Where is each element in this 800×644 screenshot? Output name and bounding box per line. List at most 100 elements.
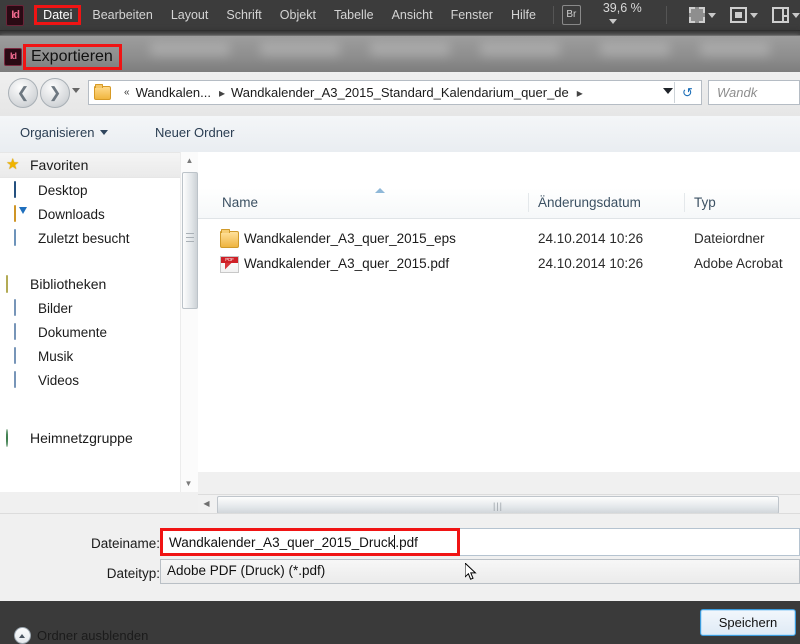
menu-item-layout[interactable]: Layout — [162, 5, 218, 25]
sidebar-item-videos[interactable]: Videos — [0, 368, 180, 392]
frame-view-icon[interactable] — [730, 7, 747, 23]
menu-item-datei[interactable]: Datei — [34, 5, 81, 25]
chevron-up-circle-icon — [14, 627, 31, 644]
menu-divider — [553, 6, 554, 24]
filename-value-after-caret: .pdf — [395, 535, 418, 550]
filename-value-before-caret: Wandkalender_A3_quer_2015_Druck — [169, 535, 394, 550]
libraries-icon — [6, 276, 23, 292]
sidebar-item-zuletzt-besucht[interactable]: Zuletzt besucht — [0, 226, 180, 250]
chevron-down-icon[interactable] — [609, 19, 617, 24]
chevron-down-icon-breadcrumb[interactable] — [663, 88, 673, 94]
file-type: Dateiordner — [694, 231, 765, 246]
new-folder-button[interactable]: Neuer Ordner — [155, 125, 234, 140]
menu-item-hilfe[interactable]: Hilfe — [502, 5, 545, 25]
sidebar-item-label: Dokumente — [38, 325, 107, 340]
file-name: Wandkalender_A3_quer_2015.pdf — [244, 256, 449, 271]
chevron-down-icon-screen[interactable] — [708, 13, 716, 18]
scroll-left-icon[interactable]: ◀ — [198, 495, 215, 513]
sidebar-item-bibliotheken[interactable]: Bibliotheken — [0, 272, 180, 296]
breadcrumb-prefix: « — [124, 87, 130, 98]
column-header-type[interactable]: Typ — [694, 195, 716, 210]
scrollbar-thumb[interactable] — [182, 172, 198, 309]
table-row[interactable]: Wandkalender_A3_quer_2015_eps 24.10.2014… — [198, 227, 800, 252]
screen-mode-icon[interactable] — [689, 7, 706, 23]
address-bar-row: ❮ ❯ « Wandkalen... ▸ Wandkalender_A3_201… — [0, 72, 800, 116]
sidebar-item-bilder[interactable]: Bilder — [0, 296, 180, 320]
organize-label: Organisieren — [20, 125, 94, 140]
sidebar-scrollbar[interactable]: ▲ — [180, 152, 198, 492]
pdf-file-icon — [220, 256, 239, 273]
file-type: Adobe Acrobat — [694, 256, 783, 271]
dialog-title-bar[interactable]: Id Exportieren — [0, 36, 800, 72]
filename-input[interactable]: Wandkalender_A3_quer_2015_Druck.pdf — [160, 528, 460, 556]
bridge-button[interactable]: Br — [562, 5, 581, 25]
sidebar-item-label: Musik — [38, 349, 73, 364]
file-date: 24.10.2014 10:26 — [538, 231, 643, 246]
chevron-down-icon-organize — [100, 130, 108, 135]
sidebar-item-label: Favoriten — [30, 157, 88, 173]
filename-input-extension-area[interactable] — [460, 528, 800, 556]
zoom-level-text: 39,6 % — [603, 1, 642, 15]
indesign-logo-icon: Id — [6, 5, 24, 26]
places-sidebar: ★ Favoriten Desktop Downloads Zuletzt be… — [0, 152, 181, 492]
star-icon: ★ — [6, 157, 23, 173]
breadcrumb-item-0[interactable]: Wandkalen... — [136, 85, 211, 100]
hide-folders-label: Ordner ausblenden — [37, 628, 148, 643]
table-row[interactable]: Wandkalender_A3_quer_2015.pdf 24.10.2014… — [198, 252, 800, 277]
hide-folders-toggle[interactable]: Ordner ausblenden — [14, 627, 148, 644]
menu-item-ansicht[interactable]: Ansicht — [383, 5, 442, 25]
sidebar-item-label: Heimnetzgruppe — [30, 430, 133, 446]
scroll-down-icon[interactable]: ▼ — [180, 476, 197, 492]
menu-item-schrift[interactable]: Schrift — [217, 5, 270, 25]
save-form-area: Dateiname: Wandkalender_A3_quer_2015_Dru… — [0, 513, 800, 601]
column-header-date[interactable]: Änderungsdatum — [538, 195, 641, 210]
filetype-select[interactable]: Adobe PDF (Druck) (*.pdf) — [160, 559, 800, 584]
homegroup-icon — [6, 430, 23, 446]
sidebar-item-label: Downloads — [38, 207, 105, 222]
arrange-documents-icon[interactable] — [772, 7, 789, 23]
sidebar-item-label: Bilder — [38, 301, 73, 316]
recent-places-icon — [14, 230, 31, 246]
sidebar-item-label: Desktop — [38, 183, 88, 198]
sidebar-item-downloads[interactable]: Downloads — [0, 202, 180, 226]
history-dropdown-icon[interactable] — [72, 88, 80, 93]
menu-divider-2 — [666, 6, 667, 24]
forward-arrow-icon[interactable]: ❯ — [40, 78, 70, 108]
file-list-pane: Name Änderungsdatum Typ Wandkalender_A3_… — [198, 152, 800, 472]
column-header-name[interactable]: Name — [222, 195, 258, 210]
sort-ascending-icon — [375, 188, 385, 193]
menu-item-bearbeiten[interactable]: Bearbeiten — [83, 5, 161, 25]
scroll-up-icon[interactable]: ▲ — [181, 152, 198, 169]
indesign-menu-bar: Id Datei Bearbeiten Layout Schrift Objek… — [0, 0, 800, 31]
indesign-logo-icon-dialog: Id — [4, 48, 22, 66]
search-input[interactable]: Wandk — [708, 80, 800, 105]
breadcrumb-chevron-0: ▸ — [219, 86, 225, 100]
scrollbar-thumb-horizontal[interactable]: ||| — [217, 496, 779, 514]
organize-button[interactable]: Organisieren — [20, 125, 108, 140]
pictures-icon — [14, 300, 31, 316]
documents-icon — [14, 324, 31, 340]
breadcrumb-chevron-1: ▸ — [577, 86, 583, 100]
zoom-level-value[interactable]: 39,6 % — [603, 1, 648, 29]
chevron-down-icon-frame[interactable] — [750, 13, 758, 18]
sidebar-item-label: Bibliotheken — [30, 276, 106, 292]
downloads-icon — [14, 206, 31, 222]
chevron-down-icon-arrange[interactable] — [792, 13, 800, 18]
filename-label: Dateiname: — [60, 536, 160, 551]
file-list-horizontal-scrollbar[interactable]: ◀ ||| — [198, 494, 800, 513]
sidebar-item-musik[interactable]: Musik — [0, 344, 180, 368]
sidebar-item-favoriten[interactable]: ★ Favoriten — [0, 152, 180, 178]
back-arrow-icon[interactable]: ❮ — [8, 78, 38, 108]
sidebar-item-heimnetzgruppe[interactable]: Heimnetzgruppe — [0, 426, 180, 450]
sidebar-item-desktop[interactable]: Desktop — [0, 178, 180, 202]
filetype-label: Dateityp: — [60, 566, 160, 581]
mouse-cursor — [465, 563, 477, 582]
save-button[interactable]: Speichern — [700, 609, 796, 636]
breadcrumb-item-1[interactable]: Wandkalender_A3_2015_Standard_Kalendariu… — [231, 85, 569, 100]
sidebar-item-dokumente[interactable]: Dokumente — [0, 320, 180, 344]
menu-item-objekt[interactable]: Objekt — [271, 5, 325, 25]
breadcrumb[interactable]: « Wandkalen... ▸ Wandkalender_A3_2015_St… — [88, 80, 702, 105]
menu-item-fenster[interactable]: Fenster — [442, 5, 502, 25]
menu-item-tabelle[interactable]: Tabelle — [325, 5, 383, 25]
refresh-icon[interactable]: ↺ — [674, 82, 700, 103]
